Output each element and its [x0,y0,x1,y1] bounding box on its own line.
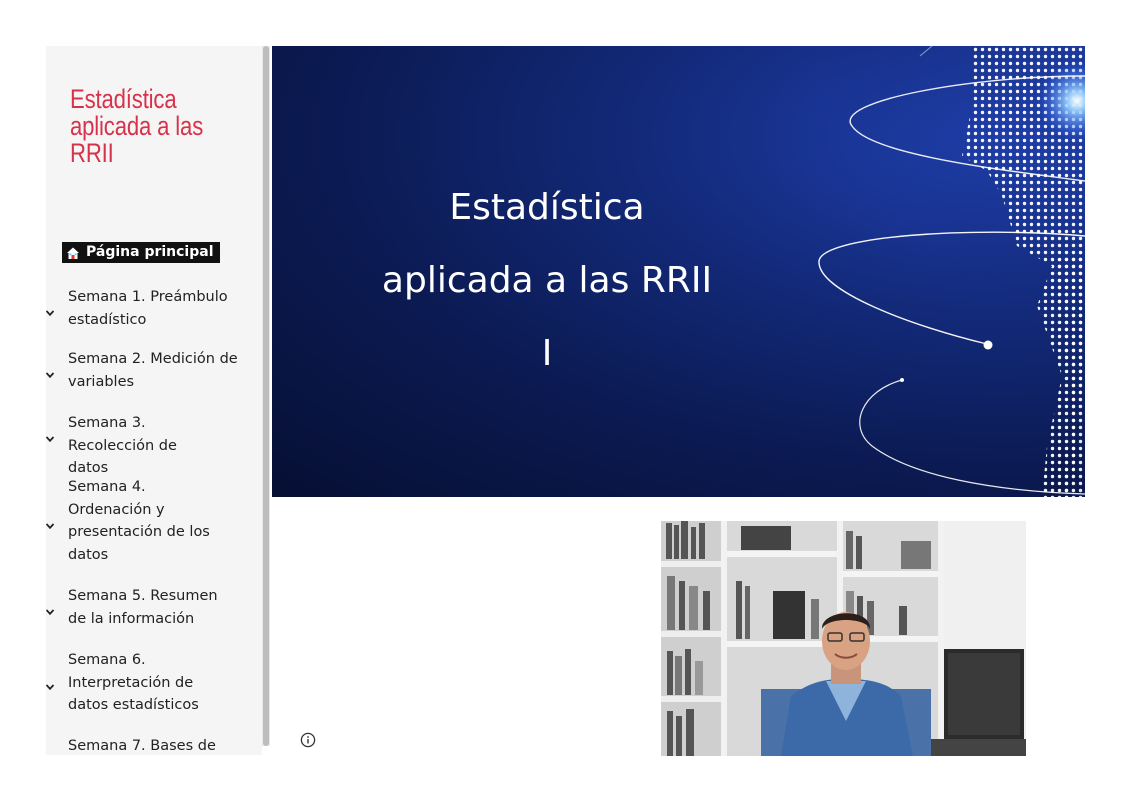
hero-title: Estadística aplicada a las RRII I [362,171,732,390]
sidebar: Estadística aplicada a las RRII Página p… [46,46,262,755]
instructor-photo [661,521,1026,756]
chevron-down-icon[interactable] [46,677,55,691]
home-link[interactable]: Página principal [62,242,220,263]
hero-title-line-3: I [541,333,553,374]
nav-item-label: Semana 1. Preámbulo estadístico [68,289,228,328]
home-link-label: Página principal [86,244,214,260]
info-icon[interactable] [300,732,316,748]
chevron-down-icon[interactable] [46,516,55,530]
hero-banner: Estadística aplicada a las RRII I [272,46,1085,497]
nav-item-label: Semana 3. Recolección de datos [68,415,177,476]
scrollbar-thumb[interactable] [263,46,269,746]
sidebar-scrollbar[interactable] [262,46,270,746]
chevron-down-icon[interactable] [46,429,55,443]
hero-title-line-1: Estadística [449,187,645,228]
home-icon [66,246,80,260]
nav-item-label: Semana 4. Ordenación y presentación de l… [68,479,210,563]
chevron-down-icon[interactable] [46,602,55,616]
nav-item-label: Semana 7. Bases de [68,738,216,754]
hero-title-line-2: aplicada a las RRII [381,260,713,301]
chevron-down-icon[interactable] [46,365,55,379]
nav-item-label: Semana 2. Medición de variables [68,351,238,390]
chevron-down-icon[interactable] [46,303,55,317]
site-title[interactable]: Estadística aplicada a las RRII [70,86,218,167]
nav-item-label: Semana 5. Resumen de la información [68,588,218,627]
nav-item-label: Semana 6. Interpretación de datos estadí… [68,652,199,713]
